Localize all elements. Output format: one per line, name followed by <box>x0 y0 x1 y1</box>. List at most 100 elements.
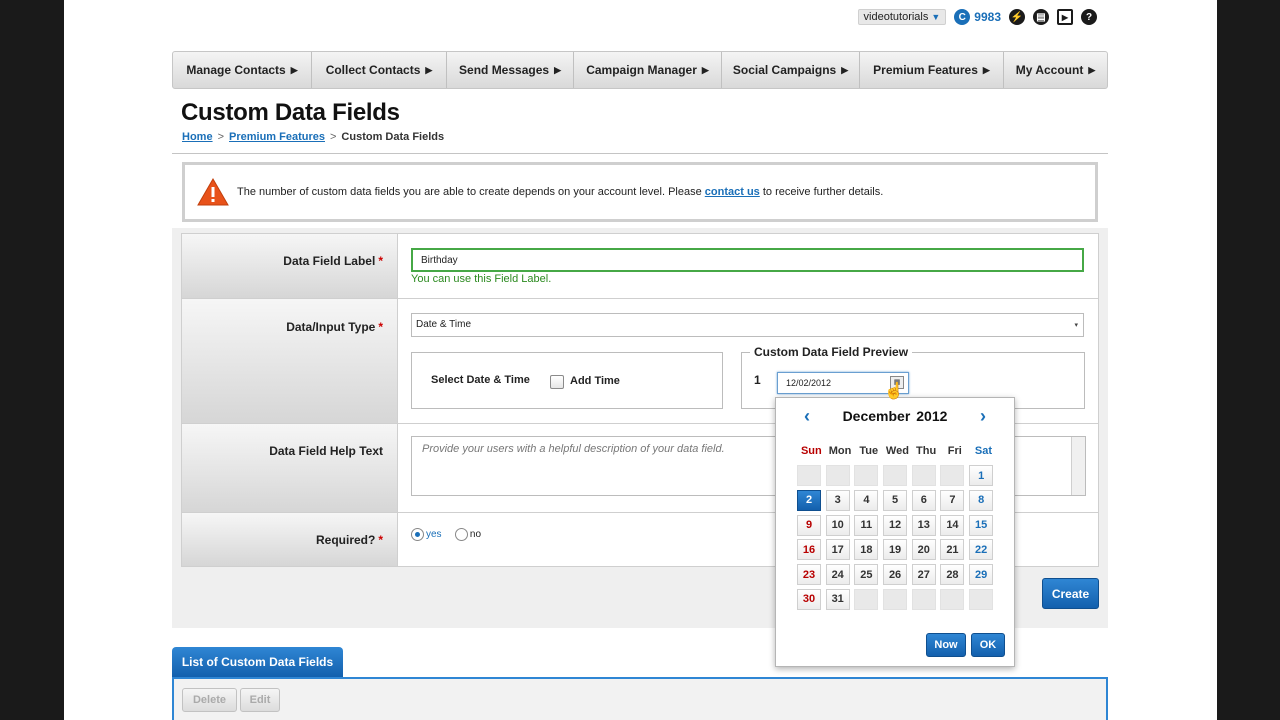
nav-premium-features[interactable]: Premium Features ▶ <box>860 52 1004 88</box>
calendar-day[interactable]: 15 <box>969 514 994 536</box>
required-no-radio[interactable] <box>454 528 468 542</box>
weekday-label: Sun <box>800 445 822 457</box>
breadcrumb-premium-link[interactable]: Premium Features <box>229 131 325 143</box>
help-text-placeholder: Provide your users with a helpful descri… <box>422 443 725 455</box>
calendar-day[interactable]: 3 <box>825 489 850 511</box>
add-time-label: Add Time <box>570 375 620 387</box>
weekday-label: Fri <box>947 445 962 457</box>
required-mark: * <box>378 533 383 547</box>
nav-label: Manage Contacts <box>186 63 286 77</box>
divider <box>172 153 1108 154</box>
date-picker-popup: ‹ › December 2012 Sun Mon Tue Wed Thu Fri Sat … <box>775 397 1015 667</box>
calendar-empty-cell <box>883 588 908 610</box>
calendar-day[interactable]: 29 <box>969 564 994 586</box>
inbox-icon[interactable]: ▤ <box>1033 9 1049 25</box>
nav-manage-contacts[interactable]: Manage Contacts ▶ <box>173 52 312 88</box>
tab-list-custom-fields[interactable]: List of Custom Data Fields <box>172 647 343 677</box>
calendar-empty-cell <box>883 465 908 486</box>
calendar-empty-cell <box>940 588 965 610</box>
arrow-right-icon: ▶ <box>425 64 433 75</box>
calendar-day[interactable]: 14 <box>940 514 965 536</box>
notice-text-after: to receive further details. <box>759 186 884 198</box>
required-no-label: no <box>469 529 482 541</box>
calendar-day[interactable]: 16 <box>797 539 821 561</box>
edit-button[interactable]: Edit <box>240 688 280 712</box>
calendar-day[interactable]: 10 <box>825 514 850 536</box>
calendar-day[interactable]: 6 <box>911 489 936 511</box>
calendar-day[interactable]: 22 <box>969 539 994 561</box>
calendar-day[interactable]: 28 <box>940 564 965 586</box>
credits-display[interactable]: C 9983 <box>954 9 1001 25</box>
help-icon[interactable]: ? <box>1081 9 1097 25</box>
calendar-empty-cell <box>969 588 994 610</box>
add-time-checkbox[interactable] <box>550 375 564 389</box>
nav-social-campaigns[interactable]: Social Campaigns ▶ <box>722 52 860 88</box>
nav-campaign-manager[interactable]: Campaign Manager ▶ <box>574 52 722 88</box>
label-text: Data/Input Type <box>286 320 376 334</box>
account-name: videotutorials <box>863 11 929 23</box>
calendar-month: December <box>842 408 911 424</box>
calendar-day[interactable]: 5 <box>883 489 908 511</box>
contact-us-link[interactable]: contact us <box>705 186 760 198</box>
breadcrumb-home-link[interactable]: Home <box>182 131 213 143</box>
help-text-label: Data Field Help Text <box>182 424 398 512</box>
nav-send-messages[interactable]: Send Messages ▶ <box>447 52 574 88</box>
arrow-right-icon: ▶ <box>554 64 561 75</box>
calendar-day[interactable]: 31 <box>825 588 850 610</box>
calendar-day[interactable]: 30 <box>797 588 821 610</box>
calendar-day[interactable]: 17 <box>825 539 850 561</box>
calendar-day[interactable]: 27 <box>911 564 936 586</box>
calendar-day[interactable]: 20 <box>911 539 936 561</box>
calendar-day[interactable]: 8 <box>969 489 994 511</box>
field-label-input[interactable]: Birthday <box>411 248 1084 272</box>
calendar-day[interactable]: 11 <box>854 514 879 536</box>
account-selector[interactable]: videotutorials ▼ <box>857 9 947 25</box>
calendar-day[interactable]: 25 <box>854 564 879 586</box>
notice-box: The number of custom data fields you are… <box>182 162 1098 222</box>
delete-button[interactable]: Delete <box>182 688 237 712</box>
breadcrumb-separator: > <box>329 131 337 143</box>
nav-label: Premium Features <box>873 63 978 77</box>
calendar-day[interactable]: 21 <box>940 539 965 561</box>
calendar-empty-cell <box>797 465 821 486</box>
arrow-right-icon: ▶ <box>1088 64 1096 75</box>
field-label-ok-message: You can use this Field Label. <box>411 273 552 285</box>
calendar-day[interactable]: 18 <box>854 539 879 561</box>
calendar-day[interactable]: 24 <box>825 564 850 586</box>
now-button[interactable]: Now <box>926 633 966 657</box>
calendar-day[interactable]: 26 <box>883 564 908 586</box>
calendar-day[interactable]: 23 <box>797 564 821 586</box>
warning-icon <box>197 178 229 206</box>
arrow-right-icon: ▶ <box>841 64 849 75</box>
row-field-label: Data Field Label * Birthday You can use t… <box>182 234 1098 299</box>
required-label: Required? * <box>182 513 398 566</box>
lightning-icon[interactable]: ⚡ <box>1009 9 1025 25</box>
breadcrumb-current: Custom Data Fields <box>341 131 445 143</box>
calendar-day[interactable]: 9 <box>797 514 821 536</box>
calendar-day-selected[interactable]: 2 <box>797 489 821 511</box>
calendar-day[interactable]: 4 <box>854 489 879 511</box>
breadcrumb: Home > Premium Features > Custom Data Fi… <box>182 131 444 143</box>
required-yes-radio[interactable] <box>411 528 424 542</box>
nav-collect-contacts[interactable]: Collect Contacts ▶ <box>312 52 447 88</box>
calendar-year: 2012 <box>916 408 948 424</box>
nav-my-account[interactable]: My Account ▶ <box>1004 52 1107 88</box>
input-type-select[interactable]: Date & Time ▾ <box>411 313 1084 337</box>
calendar-day[interactable]: 7 <box>940 489 965 511</box>
chevron-down-icon: ▾ <box>1074 322 1078 329</box>
weekday-label: Mon <box>828 445 852 457</box>
field-label-label: Data Field Label * <box>182 234 398 298</box>
create-button[interactable]: Create <box>1042 578 1099 609</box>
arrow-right-icon: ▶ <box>701 64 709 75</box>
monitor-icon[interactable]: ▶ <box>1057 9 1073 25</box>
ok-button[interactable]: OK <box>971 633 1005 657</box>
credits-count: 9983 <box>974 10 1001 24</box>
required-mark: * <box>378 254 383 268</box>
calendar-day[interactable]: 12 <box>883 514 908 536</box>
preview-title: Custom Data Field Preview <box>750 345 913 359</box>
calendar-day[interactable]: 1 <box>969 465 994 486</box>
calendar-day[interactable]: 19 <box>883 539 908 561</box>
calendar-day[interactable]: 13 <box>911 514 936 536</box>
scrollbar[interactable] <box>1071 437 1085 495</box>
weekday-header: Sun Mon Tue Wed Thu Fri Sat <box>797 445 998 457</box>
